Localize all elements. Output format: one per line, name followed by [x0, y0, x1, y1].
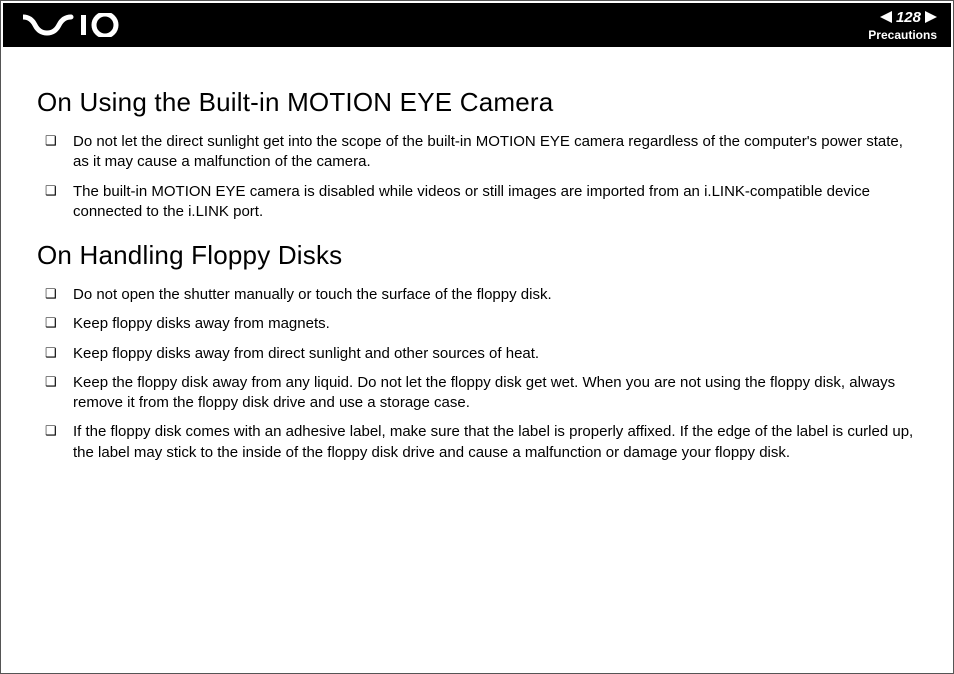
list-item: Keep floppy disks away from magnets.	[45, 314, 917, 334]
list-item: Keep floppy disks away from direct sunli…	[45, 344, 917, 364]
list-item: If the floppy disk comes with an adhesiv…	[45, 422, 917, 463]
list-motion-eye: Do not let the direct sunlight get into …	[37, 132, 917, 222]
page-nav: 128	[880, 9, 937, 26]
list-item: The built-in MOTION EYE camera is disabl…	[45, 182, 917, 223]
header-right: 128 Precautions	[868, 9, 937, 42]
header-bar: 128 Precautions	[3, 3, 951, 47]
content-area: On Using the Built-in MOTION EYE Camera …	[1, 49, 953, 463]
list-item: Do not open the shutter manually or touc…	[45, 285, 917, 305]
vaio-logo-svg	[23, 13, 133, 37]
list-floppy: Do not open the shutter manually or touc…	[37, 285, 917, 463]
heading-floppy: On Handling Floppy Disks	[37, 240, 917, 271]
nav-prev-icon[interactable]	[880, 11, 892, 23]
section-name[interactable]: Precautions	[868, 28, 937, 42]
page-frame: 128 Precautions On Using the Built-in MO…	[0, 0, 954, 674]
heading-motion-eye: On Using the Built-in MOTION EYE Camera	[37, 87, 917, 118]
page-number: 128	[894, 9, 923, 26]
list-item: Do not let the direct sunlight get into …	[45, 132, 917, 173]
nav-next-icon[interactable]	[925, 11, 937, 23]
list-item: Keep the floppy disk away from any liqui…	[45, 373, 917, 414]
vaio-logo	[23, 13, 133, 37]
